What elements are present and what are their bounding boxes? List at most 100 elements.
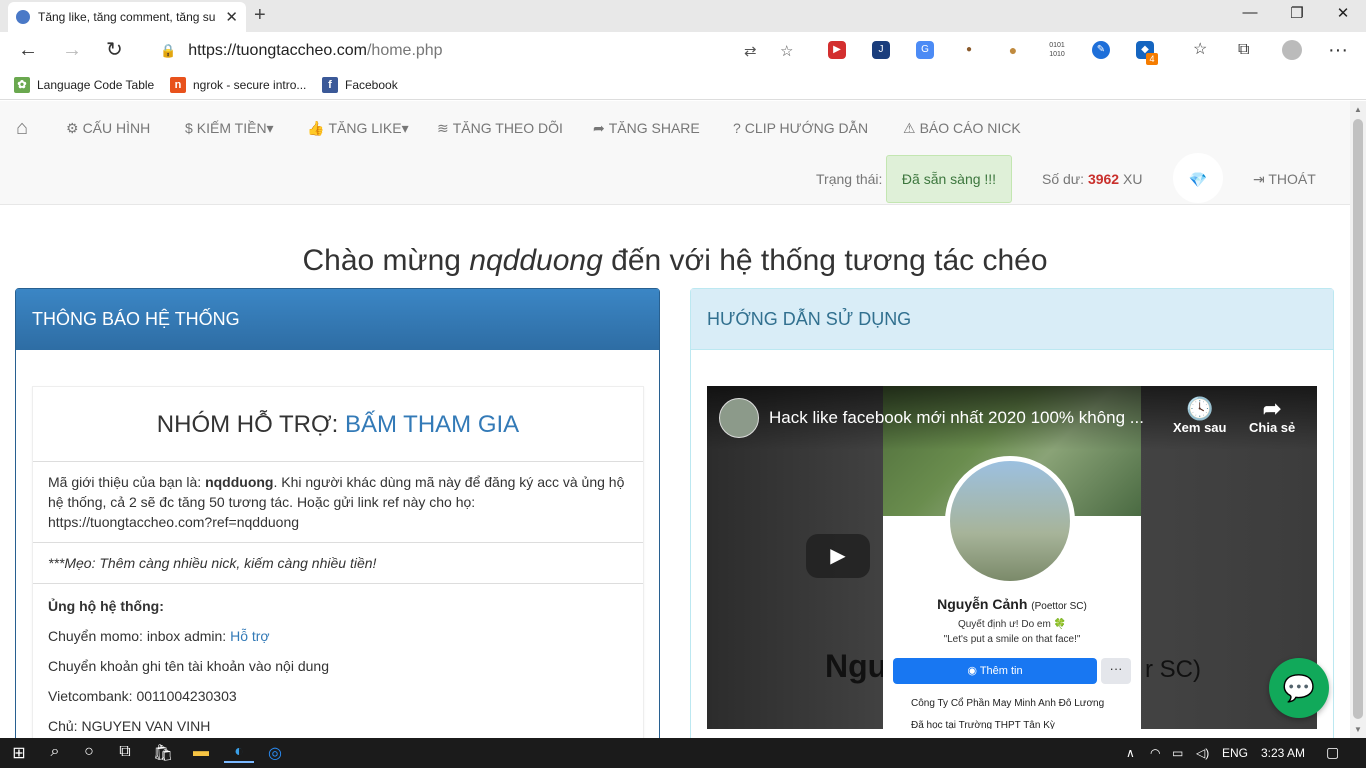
account-owner: Chủ: NGUYEN VAN VINH bbox=[48, 718, 211, 734]
scroll-down-arrow-icon[interactable]: ▼ bbox=[1354, 725, 1362, 734]
scrollbar-thumb[interactable] bbox=[1353, 119, 1363, 719]
welcome-username: nqdduong bbox=[469, 244, 603, 277]
profile-avatar-icon[interactable] bbox=[1282, 40, 1302, 60]
browser-tab[interactable]: Tăng like, tăng comment, tăng su ✕ bbox=[8, 2, 246, 32]
store-icon[interactable]: 🛍 bbox=[148, 743, 178, 763]
messenger-icon[interactable]: ◎ bbox=[260, 743, 290, 763]
address-bar[interactable]: 🔒 https://tuongtaccheo.com/home.php ⇄ ☆ bbox=[144, 36, 809, 66]
page-content: ⌂ ⚙ CẤU HÌNH $ KIẾM TIỀN▾ 👍 TĂNG LIKE▾ ≋ TĂN… bbox=[0, 101, 1350, 738]
referral-prefix: Mã giới thiệu của bạn là: bbox=[48, 474, 202, 490]
site-navbar: ⌂ ⚙ CẤU HÌNH $ KIẾM TIỀN▾ 👍 TĂNG LIKE▾ ≋ TĂN… bbox=[0, 101, 1350, 205]
share-video-button[interactable]: ➦ Chia sẻ bbox=[1249, 396, 1295, 436]
ngrok-icon: n bbox=[170, 77, 186, 93]
tab-close-icon[interactable]: ✕ bbox=[225, 8, 238, 26]
profile-name: Nguyễn Cảnh (Poettor SC) bbox=[883, 596, 1141, 612]
support-title: Ủng hộ hệ thống: bbox=[48, 598, 164, 614]
windows-taskbar: ⊞ ⌕ ○ ⧉ 🛍 ▬ ◐ ◎ ∧ ◠ ▭ ◁) ENG 3:23 AM ▢ bbox=[0, 738, 1366, 768]
nav-increase-follow[interactable]: ≋ TĂNG THEO DÕI bbox=[437, 120, 563, 137]
nav-earn-money[interactable]: $ KIẾM TIỀN▾ bbox=[185, 120, 274, 137]
balance-display: Số dư: 3962 XU bbox=[1042, 171, 1142, 187]
tray-expand-icon[interactable]: ∧ bbox=[1126, 746, 1135, 760]
favorite-star-icon[interactable]: ☆ bbox=[780, 42, 793, 60]
browser-toolbar: ← → ↻ 🔒 https://tuongtaccheo.com/home.ph… bbox=[0, 32, 1366, 70]
lock-icon: 🔒 bbox=[160, 43, 177, 58]
settings-more-icon[interactable]: ··· bbox=[1328, 40, 1348, 60]
bookmark-ngrok[interactable]: n ngrok - secure intro... bbox=[170, 77, 306, 93]
more-options: ··· bbox=[1101, 658, 1131, 684]
status-badge: Đã sẵn sàng !!! bbox=[886, 155, 1012, 203]
bird-icon: ✿ bbox=[14, 77, 30, 93]
back-arrow-icon[interactable]: ← bbox=[18, 40, 38, 60]
usage-guide-panel: HƯỚNG DẪN SỬ DỤNG Ngu r SC) Nguyễn Cảnh … bbox=[690, 288, 1334, 738]
bookmarks-bar: ✿ Language Code Table n ngrok - secure i… bbox=[0, 70, 1366, 100]
momo-text: Chuyển momo: inbox admin: bbox=[48, 628, 227, 644]
support-link[interactable]: Hỗ trợ bbox=[230, 628, 270, 644]
minimize-button[interactable]: — bbox=[1230, 4, 1270, 21]
extension-badge-count: 4 bbox=[1146, 53, 1158, 65]
video-title[interactable]: Hack like facebook mới nhất 2020 100% kh… bbox=[769, 408, 1164, 428]
nav-increase-share[interactable]: ➦ TĂNG SHARE bbox=[593, 120, 700, 137]
play-button-icon[interactable]: ▶ bbox=[806, 534, 870, 578]
nav-config[interactable]: ⚙ CẤU HÌNH bbox=[66, 120, 150, 137]
scroll-up-arrow-icon[interactable]: ▲ bbox=[1354, 105, 1362, 114]
file-explorer-icon[interactable]: ▬ bbox=[186, 743, 216, 761]
chat-bubble-icon[interactable]: 💬 bbox=[1269, 658, 1329, 718]
wifi-icon[interactable]: ◠ bbox=[1150, 746, 1160, 760]
gears-icon: ⚙ bbox=[66, 120, 79, 136]
profile-education: Đã học tại Trường THPT Tân Kỳ bbox=[911, 720, 1055, 729]
forward-arrow-icon[interactable]: → bbox=[62, 40, 82, 60]
diamond-icon[interactable]: 💎 bbox=[1173, 153, 1223, 203]
bookmark-facebook[interactable]: f Facebook bbox=[322, 77, 398, 93]
balance-unit: XU bbox=[1123, 171, 1143, 187]
extension-brown-icon[interactable]: ● bbox=[960, 41, 978, 59]
add-story-button: ◉ Thêm tin bbox=[893, 658, 1097, 684]
maximize-button[interactable]: ❐ bbox=[1277, 4, 1317, 22]
tip-text: ***Mẹo: Thêm càng nhiều nick, kiếm càng … bbox=[48, 555, 377, 571]
close-window-button[interactable]: ✕ bbox=[1323, 4, 1363, 22]
favorites-icon[interactable]: ☆ bbox=[1193, 40, 1207, 60]
battery-icon[interactable]: ▭ bbox=[1172, 746, 1183, 760]
translate-icon[interactable]: ⇄ bbox=[744, 42, 757, 60]
nav-increase-like[interactable]: 👍 TĂNG LIKE▾ bbox=[307, 120, 409, 137]
new-tab-button[interactable]: + bbox=[254, 4, 266, 27]
windows-start-icon[interactable]: ⊞ bbox=[4, 743, 34, 763]
nav-guide-clip[interactable]: ? CLIP HƯỚNG DẪN bbox=[733, 120, 868, 136]
welcome-heading: Chào mừng nqdduong đến với hệ thống tươn… bbox=[0, 244, 1350, 278]
bank-account: Vietcombank: 0011004230303 bbox=[48, 688, 237, 704]
page-scrollbar[interactable]: ▲ ▼ bbox=[1350, 101, 1366, 738]
refresh-icon[interactable]: ↻ bbox=[106, 40, 123, 60]
clock-icon: 🕓 bbox=[1186, 396, 1214, 421]
share-arrow-icon: ➦ bbox=[1262, 396, 1282, 421]
status-label: Trạng thái: bbox=[816, 171, 883, 187]
collections-icon[interactable]: ⧉ bbox=[1238, 40, 1249, 60]
bookmark-language-code-table[interactable]: ✿ Language Code Table bbox=[14, 77, 154, 93]
facebook-icon: f bbox=[322, 77, 338, 93]
task-view-icon[interactable]: ⧉ bbox=[110, 743, 140, 761]
clock-time[interactable]: 3:23 AM bbox=[1261, 746, 1305, 760]
dollar-icon: $ bbox=[185, 120, 193, 136]
referral-code: nqdduong bbox=[205, 474, 274, 490]
guide-video-player[interactable]: Ngu r SC) Nguyễn Cảnh (Poettor SC) Quyết… bbox=[707, 386, 1317, 729]
nav-report-nick[interactable]: ⚠ BÁO CÁO NICK bbox=[903, 120, 1021, 137]
cortana-icon[interactable]: ○ bbox=[74, 743, 104, 761]
language-indicator[interactable]: ENG bbox=[1222, 746, 1248, 760]
referral-row: Mã giới thiệu của bạn là: nqdduong. Khi … bbox=[33, 462, 643, 543]
extension-blue-icon[interactable]: ✎ bbox=[1092, 41, 1110, 59]
video-title-bar: Hack like facebook mới nhất 2020 100% kh… bbox=[707, 386, 1317, 450]
edge-browser-icon[interactable]: ◐ bbox=[224, 743, 254, 763]
logout-button[interactable]: ⇥ THOÁT bbox=[1253, 171, 1316, 188]
extension-video-icon[interactable]: ▶ bbox=[828, 41, 846, 59]
extension-j-icon[interactable]: J bbox=[872, 41, 890, 59]
extension-cookie-icon[interactable]: ● bbox=[1004, 41, 1022, 59]
extension-binary-icon[interactable]: 0101 1010 bbox=[1048, 41, 1066, 59]
home-icon[interactable]: ⌂ bbox=[16, 117, 28, 140]
channel-avatar[interactable] bbox=[719, 398, 759, 438]
watch-later-button[interactable]: 🕓 Xem sau bbox=[1173, 396, 1226, 436]
nav-config-label: CẤU HÌNH bbox=[82, 120, 151, 136]
search-icon[interactable]: ⌕ bbox=[40, 743, 70, 761]
notification-icon[interactable]: ▢ bbox=[1326, 744, 1339, 761]
join-group-link[interactable]: BẤM THAM GIA bbox=[345, 411, 519, 438]
volume-icon[interactable]: ◁) bbox=[1196, 746, 1209, 760]
nav-report-label: BÁO CÁO NICK bbox=[919, 120, 1021, 136]
extension-translate-icon[interactable]: G bbox=[916, 41, 934, 59]
